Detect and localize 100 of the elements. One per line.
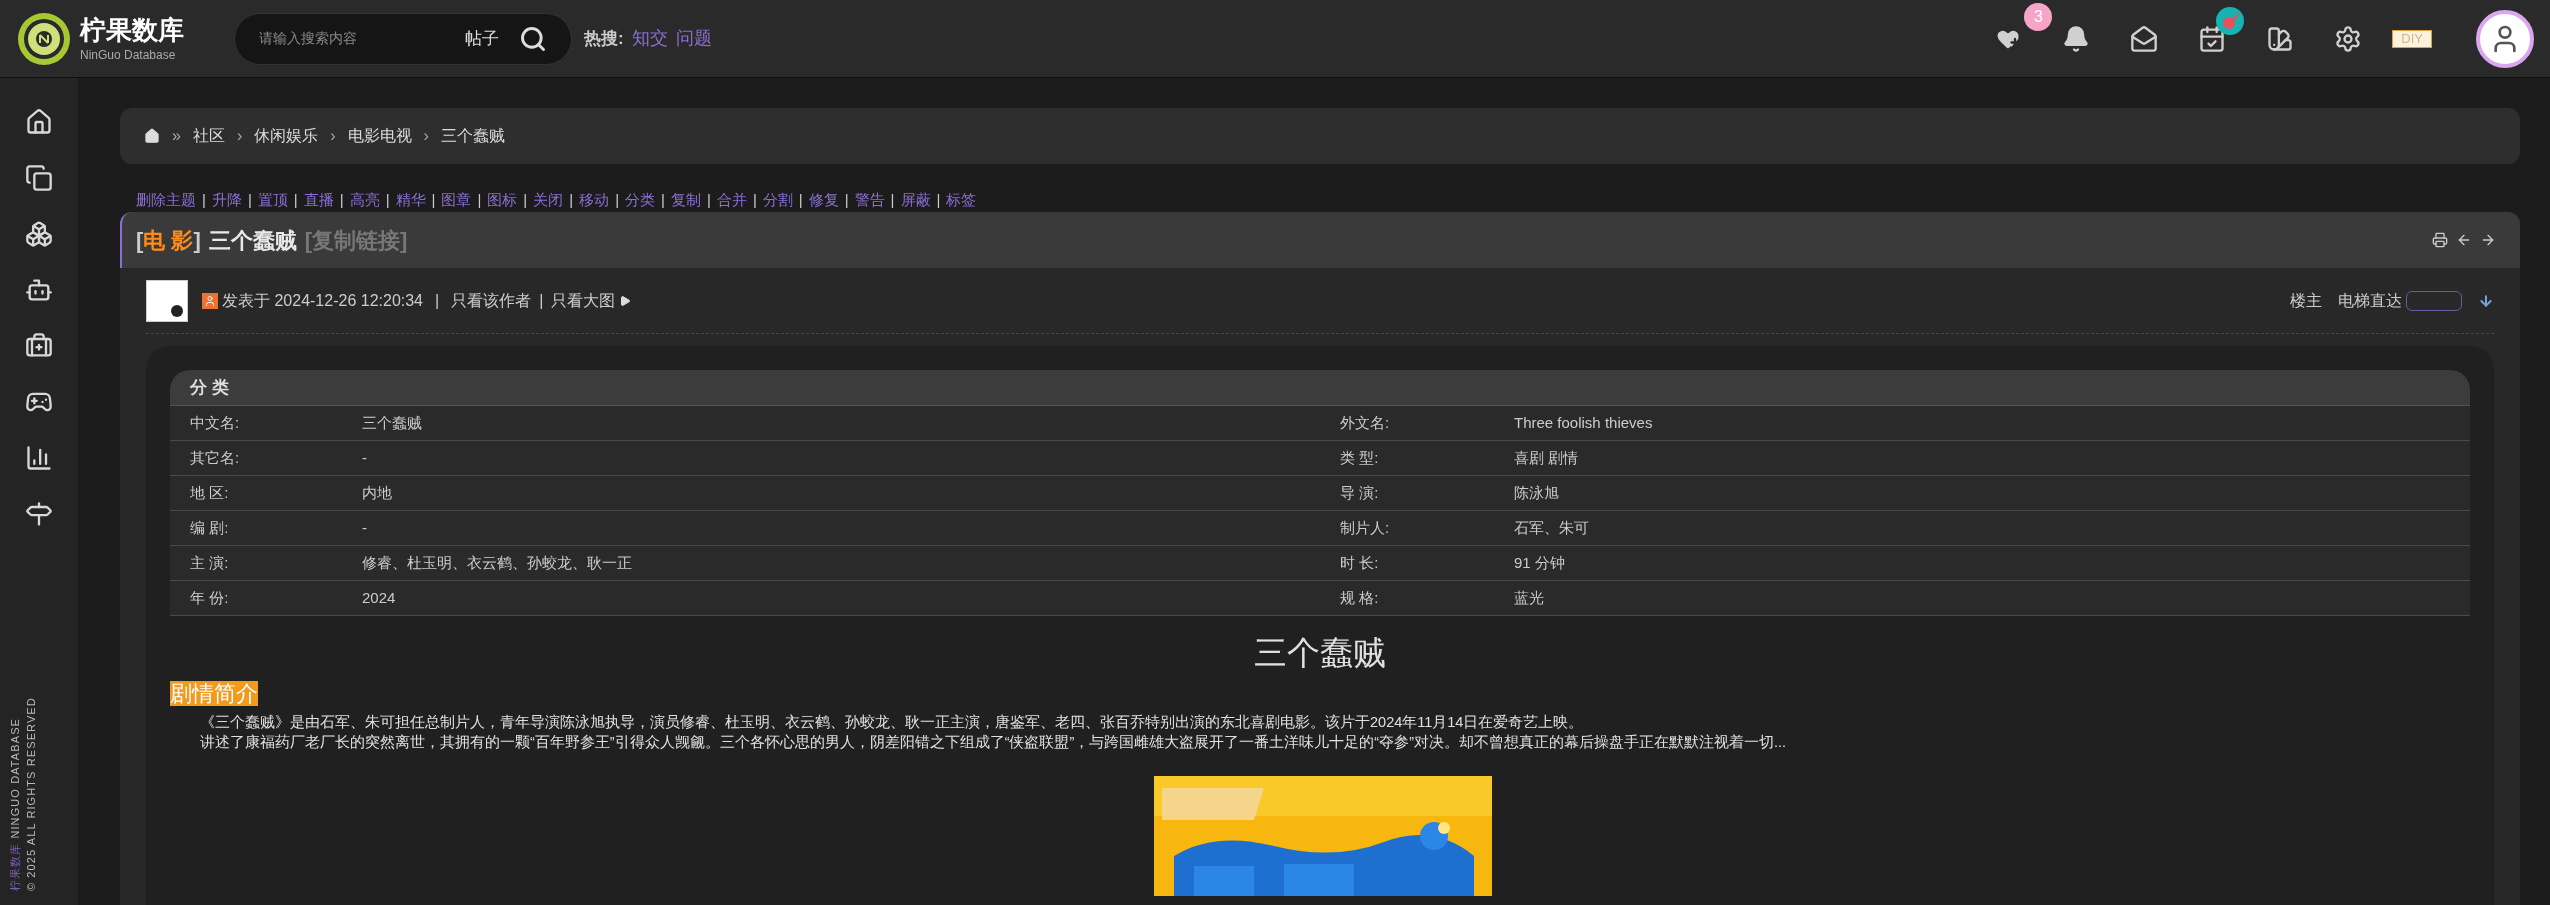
floor-label: 楼主 xyxy=(2290,290,2322,311)
search-field[interactable]: 请输入搜索内容 xyxy=(259,28,465,49)
action-separator: | xyxy=(890,190,895,210)
field-label: 导 演: xyxy=(1340,482,1380,503)
moderation-link[interactable]: 复制 xyxy=(670,190,701,210)
moderation-link[interactable]: 关闭 xyxy=(533,190,564,210)
field-label: 中文名: xyxy=(190,412,241,433)
hot-search-link[interactable]: 问题 xyxy=(675,25,712,52)
synopsis-paragraph: 《三个蠢贼》是由石军、朱可担任总制片人，青年导演陈泳旭执导，演员修睿、杜玉明、衣云鹤、孙蛟龙、耿一正主演，唐鉴军、老四、张百乔特别出演的东北喜剧电影。该片于2024年11月14日在爱奇艺上映。 xyxy=(200,712,1585,732)
moderation-link[interactable]: 精华 xyxy=(395,190,426,210)
floor-number-field[interactable] xyxy=(2406,290,2462,311)
breadcrumb-separator: » xyxy=(172,126,181,146)
movie-title: 三个蠢贼 xyxy=(1254,633,1386,673)
action-separator: | xyxy=(661,190,665,210)
post-date: 发表于 2024-12-26 12:20:34 xyxy=(222,290,423,311)
moderation-link[interactable]: 置顶 xyxy=(257,190,288,210)
breadcrumb-link[interactable]: 社区 xyxy=(192,124,225,148)
moderation-link[interactable]: 标签 xyxy=(946,190,977,210)
thread-category[interactable]: 电 影 xyxy=(143,223,194,257)
big-image-link[interactable]: 只看大图 xyxy=(551,288,616,313)
go-down-icon[interactable] xyxy=(2478,292,2494,309)
footer-name: NINGUO DATABASE xyxy=(8,718,22,839)
moderation-link[interactable]: 高亮 xyxy=(349,190,380,210)
field-label: 地 区: xyxy=(190,482,230,503)
moderation-link[interactable]: 删除主题 xyxy=(136,190,196,210)
field-value: 蓝光 xyxy=(1514,587,1544,608)
author-badge-icon xyxy=(202,292,218,309)
field-label: 年 份: xyxy=(190,587,230,608)
logo-icon xyxy=(16,10,72,67)
field-value: 喜剧 剧情 xyxy=(1514,447,1579,468)
field-value: - xyxy=(362,517,368,538)
elevator-label: 电梯直达 xyxy=(2338,290,2402,311)
field-value: 修睿、杜玉明、衣云鹤、孙蛟龙、耿一正 xyxy=(362,552,633,573)
brand-subtitle: NinGuo Database xyxy=(80,46,177,64)
mail-icon[interactable] xyxy=(2130,24,2159,53)
signpost-icon[interactable] xyxy=(25,500,53,528)
moderation-link[interactable]: 升降 xyxy=(211,190,242,210)
action-separator: | xyxy=(798,190,803,210)
home-icon[interactable] xyxy=(25,108,53,136)
moderation-link[interactable]: 移动 xyxy=(579,190,610,210)
previous-icon[interactable] xyxy=(2456,232,2472,248)
breadcrumb-separator: › xyxy=(330,126,336,146)
action-separator: | xyxy=(202,190,206,210)
moderation-link[interactable]: 修复 xyxy=(808,190,839,210)
field-label: 类 型: xyxy=(1340,447,1380,468)
action-separator: | xyxy=(569,190,574,210)
field-value: 内地 xyxy=(362,482,393,503)
title-bracket: ] xyxy=(193,226,201,255)
swatch-icon[interactable] xyxy=(2266,24,2295,53)
breadcrumb-link[interactable]: 三个蠢贼 xyxy=(440,124,505,148)
moderation-link[interactable]: 分类 xyxy=(625,190,656,210)
moderation-link[interactable]: 分割 xyxy=(762,190,793,210)
search-scope[interactable]: 帖子 xyxy=(465,25,499,52)
field-value: - xyxy=(362,447,368,468)
field-label: 制片人: xyxy=(1340,517,1391,538)
copy-icon[interactable] xyxy=(25,164,53,192)
field-value: 91 分钟 xyxy=(1514,552,1565,573)
home-icon[interactable] xyxy=(144,128,160,144)
copy-link[interactable]: [复制链接] xyxy=(304,223,408,257)
author-avatar[interactable] xyxy=(146,279,188,322)
breadcrumb-separator: › xyxy=(236,126,243,146)
hot-search-label: 热搜: xyxy=(584,27,624,50)
moderation-link[interactable]: 警告 xyxy=(854,190,885,210)
action-separator: | xyxy=(936,190,941,210)
field-label: 规 格: xyxy=(1340,587,1380,608)
medical-kit-icon[interactable] xyxy=(25,332,53,360)
moderation-link[interactable]: 图标 xyxy=(487,190,518,210)
action-separator: | xyxy=(385,190,390,210)
print-icon[interactable] xyxy=(2432,232,2448,248)
action-separator: | xyxy=(477,190,482,210)
field-value: 三个蠢贼 xyxy=(362,412,423,433)
breadcrumb-link[interactable]: 休闲娱乐 xyxy=(254,124,319,148)
thread-title: 三个蠢贼 xyxy=(208,226,297,255)
caret-icon xyxy=(619,294,632,307)
only-author-link[interactable]: 只看该作者 xyxy=(451,288,532,313)
boxes-icon[interactable] xyxy=(25,220,53,248)
copyright-text: © 2025 ALL RIGHTS RESERVED xyxy=(24,697,38,891)
moderation-link[interactable]: 图章 xyxy=(441,190,472,210)
action-separator: | xyxy=(615,190,620,210)
title-bracket: [ xyxy=(136,226,144,255)
field-label: 主 演: xyxy=(190,552,230,573)
hot-search-link[interactable]: 知交 xyxy=(631,25,668,52)
action-separator: | xyxy=(523,190,528,210)
action-separator: | xyxy=(293,190,298,210)
calendar-icon[interactable] xyxy=(2198,24,2227,53)
bar-chart-icon[interactable] xyxy=(25,444,53,472)
bell-icon[interactable] xyxy=(2062,24,2091,53)
moderation-link[interactable]: 合并 xyxy=(716,190,747,210)
user-avatar[interactable] xyxy=(2476,9,2534,68)
settings-icon[interactable] xyxy=(2334,24,2363,53)
notification-badge: 3 xyxy=(2024,2,2053,31)
action-separator: | xyxy=(706,190,711,210)
search-icon[interactable] xyxy=(519,24,547,53)
breadcrumb-link[interactable]: 电影电视 xyxy=(347,124,412,148)
next-icon[interactable] xyxy=(2480,232,2496,248)
moderation-link[interactable]: 屏蔽 xyxy=(900,190,931,210)
field-label: 编 剧: xyxy=(190,517,230,538)
action-separator: | xyxy=(247,190,252,210)
moderation-link[interactable]: 直播 xyxy=(303,190,334,210)
meta-separator: | xyxy=(539,290,544,311)
